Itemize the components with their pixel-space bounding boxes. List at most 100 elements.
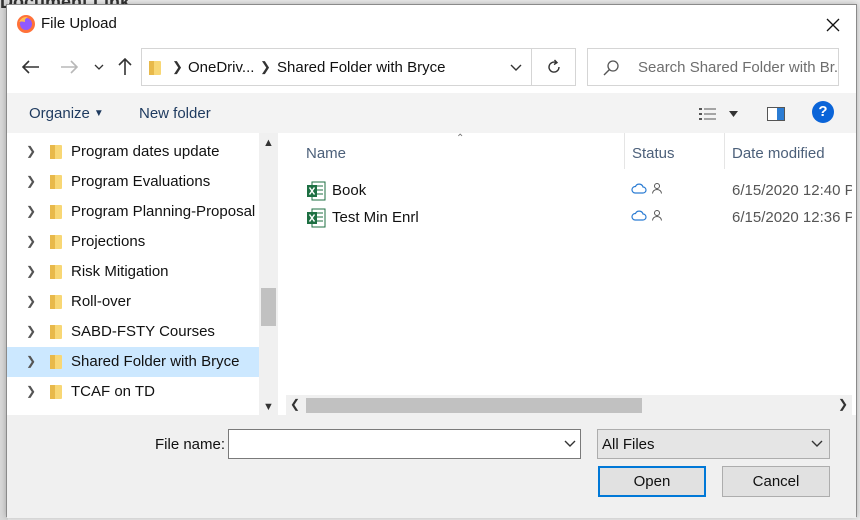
sort-ascending-icon: ⌃ xyxy=(456,133,465,144)
tree-item-label: Program Evaluations xyxy=(71,173,211,190)
folder-icon xyxy=(50,145,62,159)
navigation-tree: ❯ Program dates update ❯ Program Evaluation… xyxy=(7,133,278,415)
scroll-down-icon[interactable]: ▼ xyxy=(259,401,278,413)
expand-chevron-icon[interactable]: ❯ xyxy=(26,384,36,398)
expand-chevron-icon[interactable]: ❯ xyxy=(26,264,36,278)
back-button[interactable] xyxy=(19,55,43,79)
preview-pane-button[interactable] xyxy=(767,103,785,125)
folder-icon xyxy=(50,325,62,339)
breadcrumb-separator-icon: ❯ xyxy=(260,59,271,74)
tree-vertical-scrollbar[interactable]: ▲ ▼ xyxy=(259,133,278,415)
navigation-bar: ❯ OneDriv... ❯ Shared Folder with Bryce xyxy=(7,45,856,89)
tree-item[interactable]: ❯ Risk Mitigation xyxy=(7,257,259,287)
refresh-icon xyxy=(548,59,560,73)
preview-pane-icon xyxy=(767,107,785,121)
column-header-name[interactable]: Name xyxy=(306,145,346,162)
help-button[interactable]: ? xyxy=(812,101,834,123)
tree-item-label: TCAF on TD xyxy=(71,383,155,400)
column-header-date-modified[interactable]: Date modified xyxy=(732,145,825,162)
dialog-footer: File name: All Files Open Cancel xyxy=(7,415,856,518)
search-icon xyxy=(603,60,619,76)
back-arrow-icon xyxy=(22,60,39,74)
excel-icon xyxy=(307,181,326,201)
tree-item[interactable]: ❯ TCAF on TD xyxy=(7,377,259,407)
close-button[interactable] xyxy=(820,12,846,38)
tree-scroll-thumb[interactable] xyxy=(261,288,276,326)
expand-chevron-icon[interactable]: ❯ xyxy=(26,324,36,338)
refresh-button[interactable] xyxy=(531,49,576,85)
open-button[interactable]: Open xyxy=(598,466,706,497)
forward-button[interactable] xyxy=(57,55,81,79)
file-type-filter[interactable]: All Files xyxy=(597,429,830,459)
organize-menu[interactable]: Organize ▼ xyxy=(29,105,104,122)
caret-down-icon: ▼ xyxy=(93,108,104,119)
search-box[interactable]: Search Shared Folder with Br... xyxy=(587,48,839,86)
address-bar[interactable]: ❯ OneDriv... ❯ Shared Folder with Bryce xyxy=(141,48,576,86)
file-list: ⌃ Name Status Date modified Book 6/15/202… xyxy=(286,133,852,415)
tree-item[interactable]: ❯ Program Evaluations xyxy=(7,167,259,197)
chevron-down-icon xyxy=(94,64,104,70)
tree-item[interactable]: ❯ SABD-FSTY Courses xyxy=(7,317,259,347)
tree-item[interactable]: ❯ Projections xyxy=(7,227,259,257)
tree-item[interactable]: ❯ Roll-over xyxy=(7,287,259,317)
folder-icon xyxy=(50,175,62,189)
tree-item-label: Risk Mitigation xyxy=(71,263,169,280)
forward-arrow-icon xyxy=(61,60,78,74)
folder-icon xyxy=(50,205,62,219)
chevron-down-icon xyxy=(811,440,823,447)
expand-chevron-icon[interactable]: ❯ xyxy=(26,144,36,158)
address-dropdown-button[interactable] xyxy=(502,49,530,85)
expand-chevron-icon[interactable]: ❯ xyxy=(26,354,36,368)
file-row[interactable]: Book 6/15/2020 12:40 P xyxy=(286,178,852,204)
caret-down-icon xyxy=(729,111,738,117)
tree-item[interactable]: ❯ Shared Folder with Bryce xyxy=(7,347,259,377)
tree-item-label: Roll-over xyxy=(71,293,132,310)
folder-icon xyxy=(50,355,62,369)
file-type-filter-value: All Files xyxy=(602,436,655,453)
file-name: Book xyxy=(332,182,367,199)
view-options-button[interactable] xyxy=(729,103,738,125)
up-button[interactable] xyxy=(113,55,137,79)
column-header-status[interactable]: Status xyxy=(632,145,675,162)
column-divider[interactable] xyxy=(624,133,625,169)
title-bar: File Upload xyxy=(7,5,856,43)
scroll-right-icon[interactable]: ❯ xyxy=(838,397,848,411)
breadcrumb-onedrive[interactable]: OneDriv... xyxy=(188,59,254,76)
expand-chevron-icon[interactable]: ❯ xyxy=(26,204,36,218)
column-divider[interactable] xyxy=(724,133,725,169)
file-name-field[interactable] xyxy=(228,429,581,459)
scroll-left-icon[interactable]: ❮ xyxy=(290,397,300,411)
file-name-input[interactable] xyxy=(229,430,549,458)
breadcrumb-shared-folder[interactable]: Shared Folder with Bryce xyxy=(277,59,445,76)
tree-item[interactable]: ❯ Program dates update xyxy=(7,137,259,167)
recent-locations-button[interactable] xyxy=(87,55,111,79)
file-name-label: File name: xyxy=(155,436,226,453)
tree-item-label: Program Planning-Proposal xyxy=(71,203,256,220)
tree-item-label: Shared Folder with Bryce xyxy=(71,353,240,370)
folder-icon xyxy=(50,385,62,399)
organize-label: Organize xyxy=(29,105,90,122)
folder-icon xyxy=(50,295,62,309)
expand-chevron-icon[interactable]: ❯ xyxy=(26,174,36,188)
window-title: File Upload xyxy=(41,15,117,32)
folder-icon xyxy=(149,61,161,75)
tree-item[interactable]: ❯ Program Planning-Proposal xyxy=(7,197,259,227)
sync-status xyxy=(631,209,663,221)
search-placeholder: Search Shared Folder with Br... xyxy=(638,59,839,76)
close-icon xyxy=(826,18,840,32)
cancel-button[interactable]: Cancel xyxy=(722,466,830,497)
file-list-scroll-thumb[interactable] xyxy=(306,398,642,413)
file-date-modified: 6/15/2020 12:36 P xyxy=(732,209,852,226)
expand-chevron-icon[interactable]: ❯ xyxy=(26,294,36,308)
file-row[interactable]: Test Min Enrl 6/15/2020 12:36 P xyxy=(286,205,852,231)
chevron-down-icon[interactable] xyxy=(564,437,576,451)
scroll-up-icon[interactable]: ▲ xyxy=(259,137,278,149)
excel-icon xyxy=(307,208,326,228)
tree-item-label: Program dates update xyxy=(71,143,220,160)
file-list-horizontal-scrollbar[interactable]: ❮ ❯ xyxy=(286,395,852,415)
new-folder-button[interactable]: New folder xyxy=(139,105,211,122)
change-view-button[interactable] xyxy=(699,103,717,125)
firefox-icon xyxy=(17,15,35,33)
expand-chevron-icon[interactable]: ❯ xyxy=(26,234,36,248)
folder-icon xyxy=(50,235,62,249)
